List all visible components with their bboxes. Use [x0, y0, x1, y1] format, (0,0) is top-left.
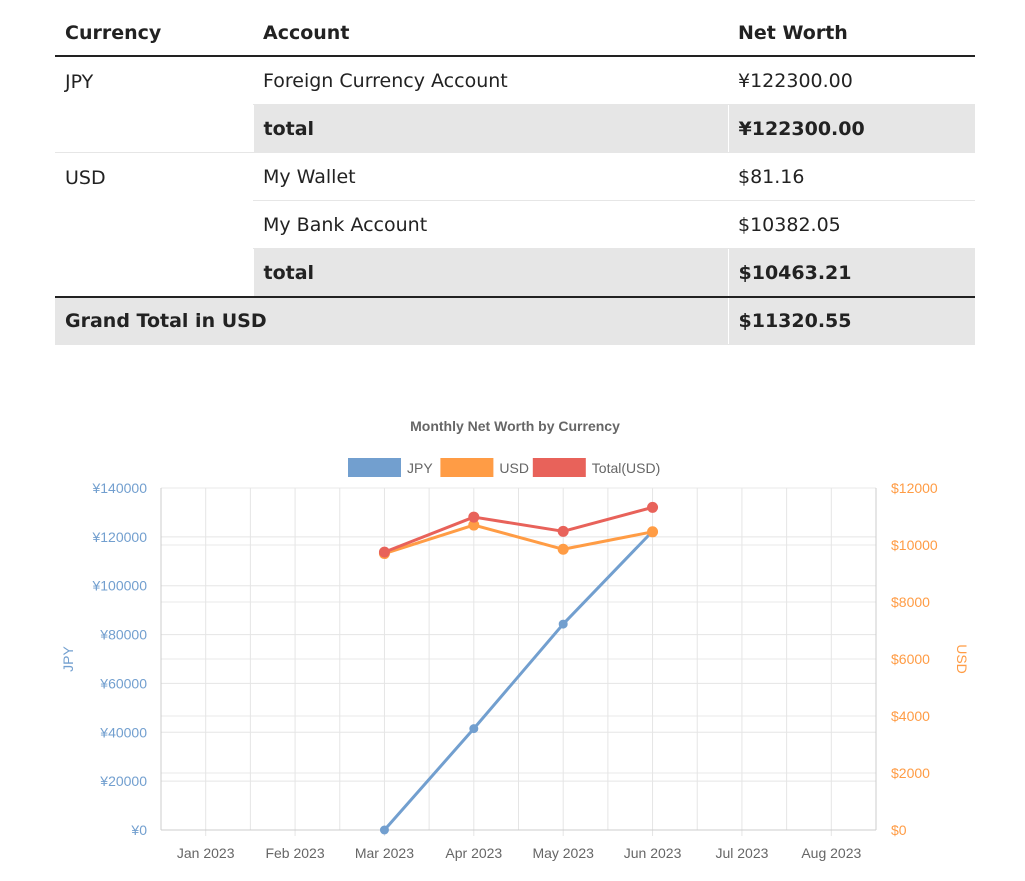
x-tick-label: Aug 2023 [801, 845, 861, 861]
y-left-tick-label: ¥0 [130, 822, 147, 838]
grand-total-label: Grand Total in USD [55, 296, 728, 345]
account-name: My Bank Account [253, 200, 728, 249]
y-left-axis-title: JPY [60, 646, 76, 672]
account-net-worth: $10382.05 [728, 200, 975, 249]
y-right-tick-label: $0 [891, 822, 907, 838]
grand-total-value: $11320.55 [727, 296, 975, 345]
account-net-worth: $81.16 [728, 152, 975, 201]
data-point-2 [647, 501, 659, 513]
subtotal-value: ¥122300.00 [727, 104, 975, 153]
subtotal-value: $10463.21 [727, 248, 975, 298]
y-right-tick-label: $10000 [891, 537, 938, 553]
currency-cell-usd: USD [55, 152, 253, 298]
legend-label-2: Total(USD) [592, 460, 660, 476]
y-left-tick-label: ¥80000 [99, 627, 147, 643]
y-left-tick-label: ¥20000 [99, 773, 147, 789]
y-left-tick-label: ¥100000 [91, 578, 147, 594]
y-left-tick-label: ¥40000 [99, 724, 147, 740]
y-right-tick-label: $12000 [891, 480, 938, 496]
x-tick-label: May 2023 [532, 845, 594, 861]
y-right-tick-label: $8000 [891, 594, 930, 610]
y-left-tick-label: ¥140000 [91, 480, 147, 496]
data-point-1 [647, 526, 659, 538]
net-worth-line-chart: Monthly Net Worth by Currency JPY USD Total… [60, 418, 970, 861]
data-point-2 [557, 525, 569, 537]
chart-title: Monthly Net Worth by Currency [410, 418, 620, 434]
x-tick-label: Jun 2023 [624, 845, 682, 861]
x-tick-label: Mar 2023 [355, 845, 414, 861]
y-left-tick-label: ¥60000 [99, 675, 147, 691]
y-right-tick-label: $4000 [891, 708, 930, 724]
data-point-0 [469, 724, 479, 734]
y-left-tick-label: ¥120000 [91, 529, 147, 545]
legend-swatch-0 [348, 458, 401, 477]
header-net-worth: Net Worth [728, 10, 975, 57]
legend-label-0: JPY [407, 460, 433, 476]
header-account: Account [253, 10, 728, 57]
account-net-worth: ¥122300.00 [728, 56, 975, 105]
grand-total-row: Grand Total in USD $11320.55 [55, 296, 975, 345]
currency-cell-jpy: JPY [55, 56, 253, 153]
data-point-0 [379, 825, 389, 835]
data-point-2 [378, 546, 390, 558]
y-right-axis-title: USD [954, 644, 970, 674]
data-point-1 [557, 543, 569, 555]
subtotal-label: total [252, 104, 728, 153]
legend-label-1: USD [499, 460, 529, 476]
x-tick-label: Feb 2023 [265, 845, 324, 861]
account-name: My Wallet [253, 152, 728, 201]
x-tick-label: Jul 2023 [715, 845, 768, 861]
y-right-tick-label: $2000 [891, 765, 930, 781]
header-currency: Currency [55, 10, 253, 57]
table-row: JPY Foreign Currency Account ¥122300.00 [55, 56, 975, 153]
account-name: Foreign Currency Account [253, 56, 728, 105]
legend-swatch-1 [440, 458, 494, 477]
table-header-row: Currency Account Net Worth [55, 10, 975, 57]
table-row: USD My Wallet $81.16 [55, 152, 975, 298]
data-point-2 [468, 511, 480, 523]
net-worth-table: Currency Account Net Worth JPY Foreign C… [55, 10, 975, 345]
subtotal-label: total [252, 248, 728, 298]
legend-swatch-2 [532, 458, 586, 477]
x-tick-label: Apr 2023 [445, 845, 502, 861]
x-tick-label: Jan 2023 [177, 845, 235, 861]
data-point-0 [558, 619, 568, 629]
y-right-tick-label: $6000 [891, 651, 930, 667]
